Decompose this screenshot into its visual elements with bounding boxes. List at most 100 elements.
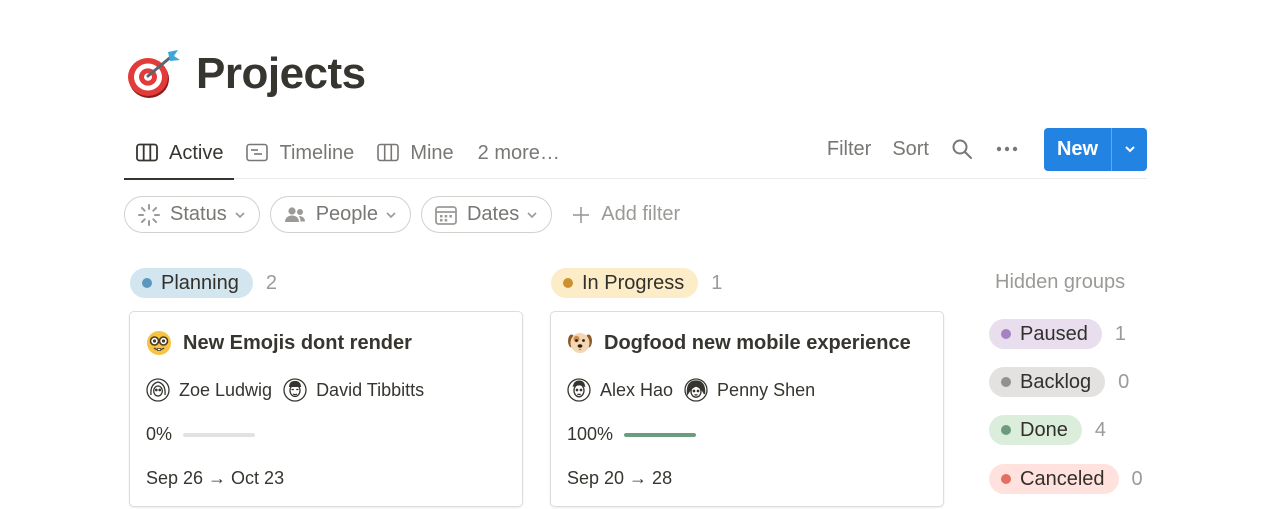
person[interactable]: David Tibbitts xyxy=(283,378,424,402)
status-badge[interactable]: In Progress xyxy=(551,268,699,298)
more-views-button[interactable]: 2 more… xyxy=(465,127,571,179)
avatar xyxy=(283,378,307,402)
card-title: New Emojis dont render xyxy=(146,330,412,356)
new-dropdown-button[interactable] xyxy=(1111,127,1147,171)
hidden-group-done[interactable]: Done 4 xyxy=(989,415,1106,445)
filter-button[interactable]: Filter xyxy=(827,138,871,161)
chevron-down-icon xyxy=(1124,146,1135,153)
timeline-icon xyxy=(246,143,269,162)
view-actions: Filter Sort New xyxy=(806,127,1147,171)
group-count: 4 xyxy=(1094,418,1106,441)
person-name: Alex Hao xyxy=(600,379,674,400)
status-spinner-icon xyxy=(138,203,160,226)
tab-timeline[interactable]: Timeline xyxy=(234,127,365,179)
group-count: 1 xyxy=(1114,322,1126,345)
group-name: Backlog xyxy=(1020,370,1092,393)
hidden-group-canceled[interactable]: Canceled 0 xyxy=(989,464,1143,494)
nerd-face-icon xyxy=(147,331,171,355)
hidden-group-backlog[interactable]: Backlog 0 xyxy=(989,367,1129,397)
add-filter-button[interactable]: Add filter xyxy=(570,203,680,226)
view-tabs: Active Timeline Mine 2 more… xyxy=(124,127,571,180)
group-name: Paused xyxy=(1020,322,1088,345)
sort-button[interactable]: Sort xyxy=(892,138,929,161)
status-dot xyxy=(563,278,573,288)
board-icon xyxy=(377,143,400,162)
tab-active-label: Active xyxy=(169,141,224,164)
status-filter[interactable]: Status xyxy=(124,196,260,233)
view-bar: Active Timeline Mine 2 more… Filter Sort… xyxy=(124,127,1147,180)
search-icon[interactable] xyxy=(950,137,974,161)
avatar xyxy=(567,378,591,402)
people-filter-label: People xyxy=(315,203,378,225)
filter-bar: Status People Dates Add filter xyxy=(124,196,680,233)
person[interactable]: Penny Shen xyxy=(684,378,815,402)
dates-filter-label: Dates xyxy=(466,203,520,225)
person-name: Penny Shen xyxy=(717,379,816,400)
avatar xyxy=(146,378,170,402)
person-name: David Tibbitts xyxy=(316,379,425,400)
board-icon xyxy=(136,143,158,162)
chevron-down-icon xyxy=(235,211,245,218)
hidden-group-paused[interactable]: Paused 1 xyxy=(989,319,1126,349)
card-dates: Sep 26 → Oct 23 xyxy=(146,468,285,488)
progress-bar xyxy=(183,432,256,437)
people-filter[interactable]: People xyxy=(269,196,411,233)
page-title: Projects xyxy=(196,49,366,98)
board-group-header-planning: Planning 2 xyxy=(130,268,277,298)
status-dot xyxy=(142,278,152,288)
add-filter-label: Add filter xyxy=(601,203,681,225)
plus-icon xyxy=(573,206,590,223)
group-name: Done xyxy=(1020,418,1068,441)
group-name: Canceled xyxy=(1020,467,1105,490)
person[interactable]: Alex Hao xyxy=(567,378,673,402)
people-icon xyxy=(284,206,305,222)
tab-mine-label: Mine xyxy=(410,141,454,164)
dates-filter[interactable]: Dates xyxy=(420,196,553,233)
status-dot xyxy=(1001,377,1011,387)
card-progress: 0% xyxy=(146,424,256,445)
status-dot xyxy=(1001,425,1011,435)
status-dot xyxy=(1001,329,1011,339)
person[interactable]: Zoe Ludwig xyxy=(146,378,272,402)
new-button[interactable]: New xyxy=(1044,128,1111,171)
tab-timeline-label: Timeline xyxy=(279,141,355,164)
card-people: Alex Hao Penny Shen xyxy=(567,378,826,402)
dart-target-icon[interactable] xyxy=(124,44,184,104)
status-badge: Paused xyxy=(989,319,1102,349)
group-name: In Progress xyxy=(582,271,685,294)
avatar xyxy=(684,378,708,402)
status-dot xyxy=(1001,474,1011,484)
progress-label: 100% xyxy=(567,424,614,444)
project-card[interactable]: New Emojis dont render Zoe Ludwig David … xyxy=(129,311,523,507)
group-count: 2 xyxy=(265,271,277,294)
calendar-icon xyxy=(435,205,457,225)
new-button-group: New xyxy=(1044,127,1147,171)
board-group-header-in-progress: In Progress 1 xyxy=(551,268,722,298)
status-badge: Backlog xyxy=(989,367,1106,397)
dog-face-icon xyxy=(568,333,592,353)
group-count: 0 xyxy=(1118,370,1130,393)
card-title-text: New Emojis dont render xyxy=(183,331,412,354)
project-card[interactable]: Dogfood new mobile experience Alex Hao P… xyxy=(550,311,944,507)
status-badge: Done xyxy=(989,415,1082,445)
progress-label: 0% xyxy=(146,424,173,444)
card-title: Dogfood new mobile experience xyxy=(567,330,911,356)
status-filter-label: Status xyxy=(170,203,227,225)
person-name: Zoe Ludwig xyxy=(179,379,273,400)
card-dates: Sep 20 → 28 xyxy=(567,468,673,488)
status-badge: Canceled xyxy=(989,464,1119,494)
tab-mine[interactable]: Mine xyxy=(365,127,464,179)
progress-bar-fill xyxy=(624,432,697,437)
status-badge[interactable]: Planning xyxy=(130,268,253,298)
hidden-groups-title: Hidden groups xyxy=(995,271,1126,293)
card-people: Zoe Ludwig David Tibbitts xyxy=(146,378,435,402)
group-name: Planning xyxy=(161,271,239,294)
group-count: 0 xyxy=(1131,467,1143,490)
tab-active[interactable]: Active xyxy=(124,127,235,180)
more-options-icon[interactable] xyxy=(995,137,1019,161)
card-title-text: Dogfood new mobile experience xyxy=(604,331,911,354)
chevron-down-icon xyxy=(527,211,537,218)
card-progress: 100% xyxy=(567,424,697,445)
progress-bar xyxy=(624,432,697,437)
page-header: Projects xyxy=(124,44,366,104)
